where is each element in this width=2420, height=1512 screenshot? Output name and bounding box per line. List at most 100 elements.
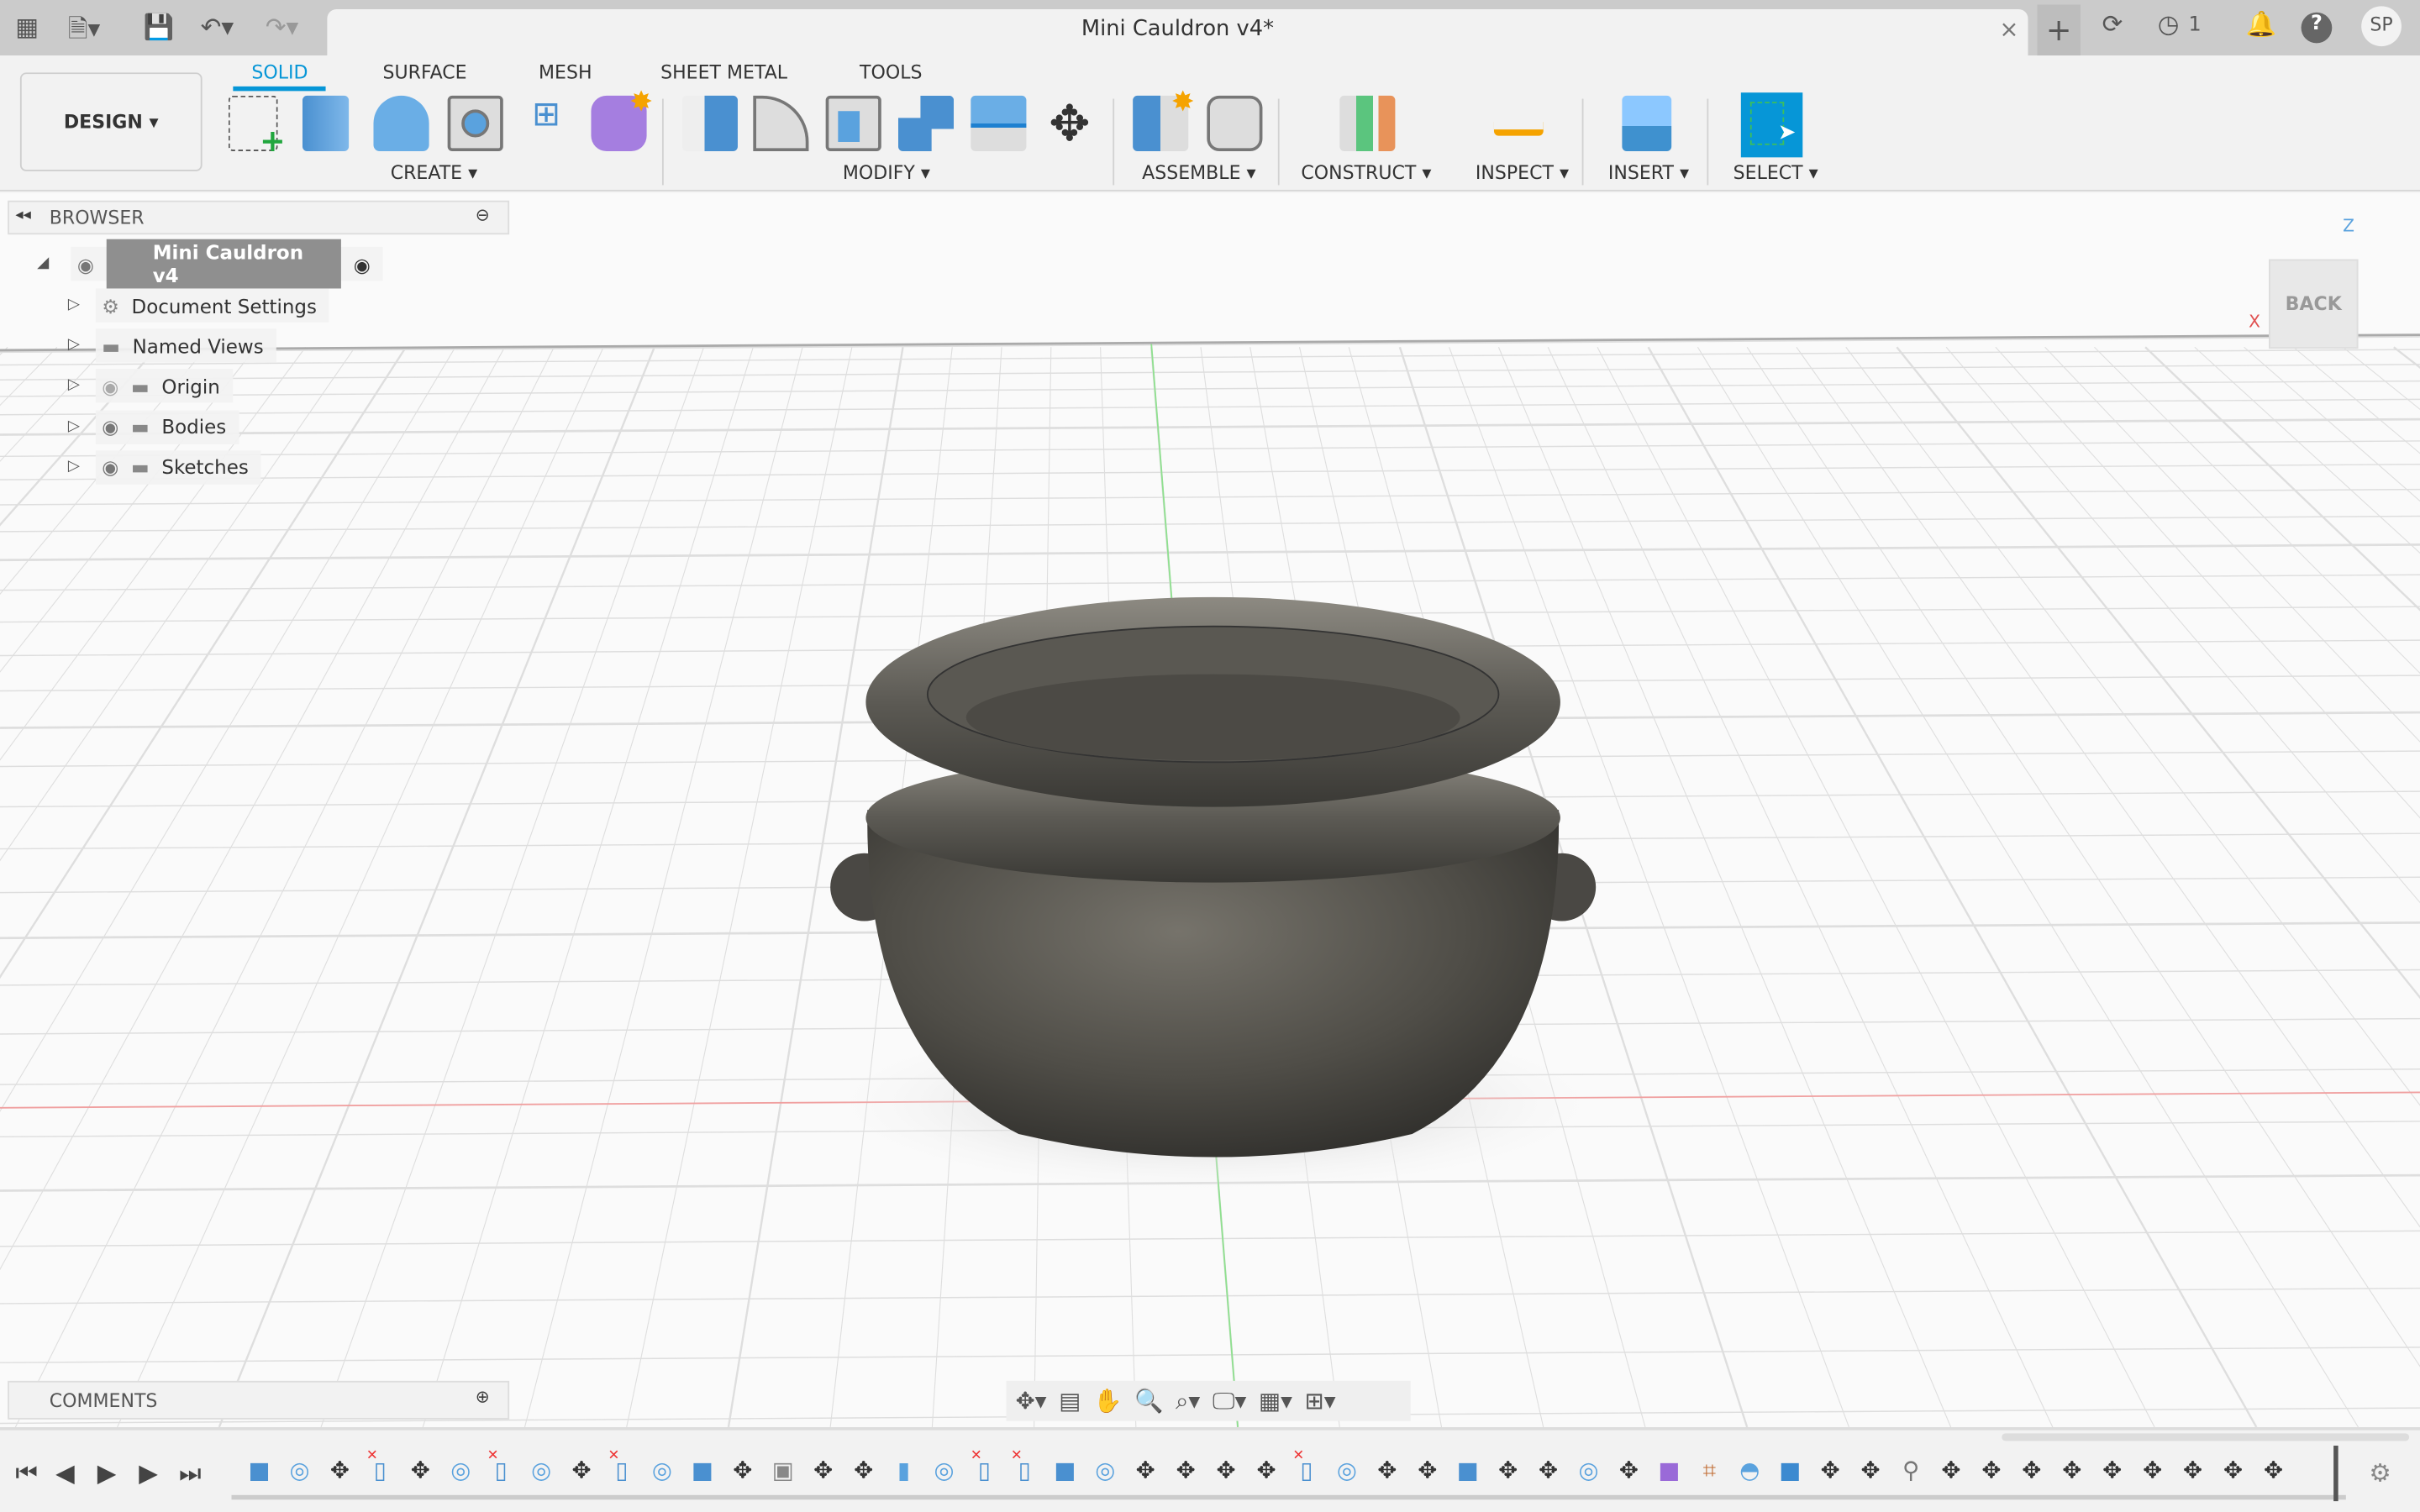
next-step-button[interactable]: ▶ xyxy=(139,1458,158,1488)
visibility-eye-icon[interactable]: ◉ xyxy=(77,252,94,276)
activate-radio-icon[interactable]: ◉ xyxy=(354,252,371,276)
expand-triangle-icon[interactable]: ▷ xyxy=(68,417,80,434)
timeline-move-icon[interactable]: ✥ xyxy=(2179,1455,2207,1486)
select-menu[interactable]: SELECT ▾ xyxy=(1733,162,1818,184)
view-cube[interactable]: BACK xyxy=(2268,259,2359,349)
timeline-fillet-icon[interactable]: ◎ xyxy=(648,1455,676,1486)
timeline-cylinder-icon[interactable]: ▮ xyxy=(890,1455,918,1486)
timeline-move-icon[interactable]: ✥ xyxy=(1857,1455,1885,1486)
pattern-icon[interactable]: ⊞ xyxy=(518,96,574,151)
timeline-settings-gear-icon[interactable]: ⚙ xyxy=(2369,1458,2391,1488)
browser-item[interactable]: ◉ ▬ Sketches xyxy=(95,449,261,485)
timeline-move-icon[interactable]: ✥ xyxy=(2058,1455,2086,1486)
expand-triangle-icon[interactable]: ▷ xyxy=(68,337,80,354)
close-tab-button[interactable]: × xyxy=(1999,15,2018,43)
timeline-move-icon[interactable]: ✥ xyxy=(2098,1455,2126,1486)
collapse-triangle-icon[interactable]: ◢ xyxy=(37,255,49,271)
look-at-icon[interactable]: ▤ xyxy=(1059,1387,1081,1415)
timeline-move-icon[interactable]: ✥ xyxy=(2018,1455,2045,1486)
grid-settings-icon[interactable]: ▦▾ xyxy=(1259,1387,1292,1415)
fillet-icon[interactable] xyxy=(753,95,809,151)
zoom-icon[interactable]: 🔍 xyxy=(1134,1387,1163,1415)
workspace-switcher[interactable]: DESIGN ▾ xyxy=(19,72,203,171)
timeline-extrude-icon[interactable]: ■ xyxy=(1454,1455,1481,1486)
tab-sheet-metal[interactable]: SHEET METAL xyxy=(660,61,787,83)
document-tab[interactable]: Mini Cauldron v4* × xyxy=(327,9,2028,56)
3d-viewport[interactable] xyxy=(0,192,2420,1427)
timeline-move-icon[interactable]: ✥ xyxy=(2219,1455,2247,1486)
timeline-form-icon[interactable]: ■ xyxy=(1655,1455,1683,1486)
timeline-delete-icon[interactable]: ▯ ✕ xyxy=(971,1449,998,1486)
timeline-extrude-icon[interactable]: ■ xyxy=(1051,1455,1079,1486)
timeline-move-icon[interactable]: ✥ xyxy=(1172,1455,1200,1486)
expand-triangle-icon[interactable]: ▷ xyxy=(68,297,80,313)
create-form-icon[interactable]: ✸ xyxy=(591,87,653,151)
timeline-move-icon[interactable]: ✥ xyxy=(2139,1455,2166,1486)
orbit-icon[interactable]: ✥▾ xyxy=(1016,1387,1047,1415)
timeline-move-icon[interactable]: ✥ xyxy=(2260,1455,2287,1486)
tab-solid[interactable]: SOLID xyxy=(251,61,308,83)
visibility-eye-icon[interactable]: ◉ xyxy=(102,415,118,438)
browser-item[interactable]: ◉ ▬ Origin xyxy=(95,369,233,404)
timeline-extrude-icon[interactable]: ■ xyxy=(688,1455,716,1486)
minimize-browser-icon[interactable]: ⊖ xyxy=(476,205,490,225)
timeline-move-icon[interactable]: ✥ xyxy=(1132,1455,1160,1486)
timeline-extrude-icon[interactable]: ■ xyxy=(245,1455,273,1486)
construct-plane-icon[interactable] xyxy=(1339,95,1396,151)
timeline-move-icon[interactable]: ✥ xyxy=(1534,1455,1562,1486)
tab-tools[interactable]: TOOLS xyxy=(860,61,922,83)
first-step-button[interactable]: ⏮ xyxy=(15,1458,37,1489)
fit-icon[interactable]: ⌕▾ xyxy=(1176,1387,1200,1415)
timeline-move-icon[interactable]: ✥ xyxy=(1213,1455,1240,1486)
modify-menu[interactable]: MODIFY ▾ xyxy=(843,162,930,184)
timeline-move-icon[interactable]: ✥ xyxy=(326,1455,354,1486)
job-status-clock-icon[interactable]: ◷ xyxy=(2158,9,2180,39)
hole-icon[interactable] xyxy=(447,95,503,151)
timeline-delete-icon[interactable]: ▯ ✕ xyxy=(366,1449,394,1486)
timeline-move-icon[interactable]: ✥ xyxy=(1615,1455,1643,1486)
tab-mesh[interactable]: MESH xyxy=(539,61,592,83)
create-menu[interactable]: CREATE ▾ xyxy=(391,162,477,184)
play-button[interactable]: ▶ xyxy=(97,1458,117,1488)
previous-step-button[interactable]: ◀ xyxy=(55,1458,75,1488)
timeline-delete-icon[interactable]: ▯ ✕ xyxy=(608,1449,635,1486)
insert-menu[interactable]: INSERT ▾ xyxy=(1608,162,1689,184)
timeline-move-icon[interactable]: ✥ xyxy=(850,1455,877,1486)
new-component-icon[interactable]: ✸ xyxy=(1133,87,1195,151)
measure-ruler-icon[interactable] xyxy=(1493,113,1544,136)
browser-item[interactable]: ◉ ▬ Bodies xyxy=(95,409,239,444)
timeline-move-icon[interactable]: ✥ xyxy=(1494,1455,1522,1486)
combine-icon[interactable] xyxy=(897,95,955,151)
timeline-move-icon[interactable]: ✥ xyxy=(729,1455,756,1486)
timeline-move-icon[interactable]: ✥ xyxy=(407,1455,434,1486)
timeline-delete-icon[interactable]: ▯ ✕ xyxy=(1292,1449,1320,1486)
browser-item[interactable]: ⚙ Document Settings xyxy=(95,288,329,323)
expand-triangle-icon[interactable]: ▷ xyxy=(68,458,80,475)
save-button[interactable]: 💾 xyxy=(144,13,175,42)
file-menu-button[interactable]: 🗎▾ xyxy=(68,13,100,55)
timeline-move-icon[interactable]: ✥ xyxy=(568,1455,596,1486)
notifications-bell-icon[interactable]: 🔔 xyxy=(2245,9,2276,39)
select-window-icon[interactable]: ➤ xyxy=(1740,92,1803,158)
press-pull-icon[interactable] xyxy=(681,95,738,151)
timeline-fillet-icon[interactable]: ◎ xyxy=(1333,1455,1360,1486)
apps-grid-icon[interactable]: ▦ xyxy=(15,13,39,42)
timeline-scrollbar[interactable] xyxy=(2002,1433,2410,1441)
joint-icon[interactable] xyxy=(1207,95,1263,151)
new-tab-plus-icon[interactable]: + xyxy=(2037,4,2081,56)
revolve-icon[interactable] xyxy=(373,95,429,151)
split-body-icon[interactable] xyxy=(971,95,1027,151)
shell-icon[interactable] xyxy=(825,95,881,151)
timeline-delete-icon[interactable]: ▯ ✕ xyxy=(1011,1449,1039,1486)
timeline-move-icon[interactable]: ✥ xyxy=(1373,1455,1401,1486)
timeline-shell-icon[interactable]: ▣ xyxy=(769,1455,797,1486)
tab-surface[interactable]: SURFACE xyxy=(383,61,467,83)
insert-image-icon[interactable] xyxy=(1622,95,1672,151)
timeline-fillet-icon[interactable]: ◎ xyxy=(1092,1455,1119,1486)
sync-icon[interactable]: ⟳ xyxy=(2102,9,2123,39)
collapse-browser-icon[interactable]: ◂◂ xyxy=(15,207,30,223)
pan-hand-icon[interactable]: ✋ xyxy=(1093,1387,1122,1415)
browser-item[interactable]: ▬ Named Views xyxy=(95,328,276,363)
timeline-move-icon[interactable]: ✥ xyxy=(1817,1455,1844,1486)
timeline-marker[interactable] xyxy=(2333,1446,2338,1502)
